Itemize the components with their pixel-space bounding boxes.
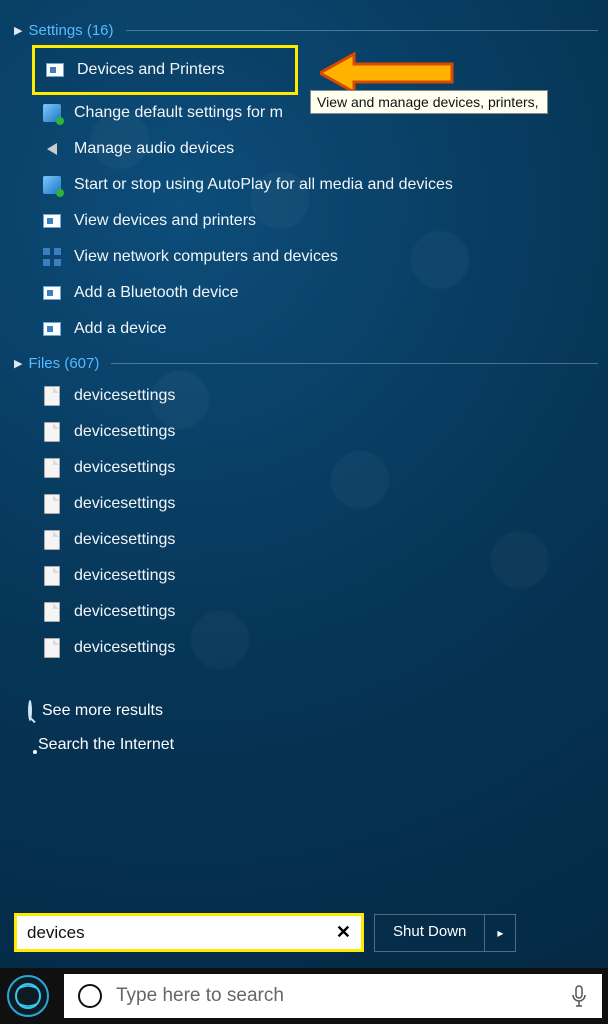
file-result[interactable]: devicesettings <box>14 378 598 414</box>
shutdown-caret-icon[interactable]: ▸ <box>485 915 515 951</box>
result-label: devicesettings <box>74 639 175 657</box>
file-icon <box>42 566 62 586</box>
file-icon <box>42 602 62 622</box>
result-label: Change default settings for m <box>74 104 283 122</box>
file-icon <box>42 530 62 550</box>
start-menu-search-results: ▶ Settings (16) Devices and Printers Vie… <box>0 0 608 762</box>
result-label: devicesettings <box>74 603 175 621</box>
files-results-list: devicesettings devicesettings devicesett… <box>14 378 598 666</box>
microphone-icon[interactable] <box>570 985 588 1007</box>
shutdown-button[interactable]: Shut Down ▸ <box>374 914 516 952</box>
cortana-circle-icon <box>78 984 102 1008</box>
clear-search-icon[interactable]: ✕ <box>336 922 351 943</box>
extra-label: Search the Internet <box>38 736 174 754</box>
result-label: View devices and printers <box>74 212 256 230</box>
result-label: Add a device <box>74 320 167 338</box>
file-result[interactable]: devicesettings <box>14 414 598 450</box>
divider <box>111 363 598 364</box>
devices-printers-icon <box>45 60 65 80</box>
result-devices-and-printers[interactable]: Devices and Printers <box>35 52 295 88</box>
devices-printers-icon <box>42 211 62 231</box>
file-icon <box>42 638 62 658</box>
section-header-files[interactable]: ▶ Files (607) <box>14 355 598 372</box>
settings-results-list: Change default settings for m Manage aud… <box>14 95 598 347</box>
file-result[interactable]: devicesettings <box>14 630 598 666</box>
result-label: devicesettings <box>74 387 175 405</box>
result-label: View network computers and devices <box>74 248 338 266</box>
result-label: Start or stop using AutoPlay for all med… <box>74 176 453 194</box>
result-manage-audio[interactable]: Manage audio devices <box>14 131 598 167</box>
taskbar-search-box[interactable]: Type here to search <box>64 974 602 1018</box>
file-icon <box>42 494 62 514</box>
search-internet[interactable]: Search the Internet <box>28 728 598 762</box>
file-result[interactable]: devicesettings <box>14 594 598 630</box>
result-view-network[interactable]: View network computers and devices <box>14 239 598 275</box>
section-header-settings[interactable]: ▶ Settings (16) <box>14 22 598 39</box>
start-button[interactable] <box>0 968 56 1024</box>
result-label: Manage audio devices <box>74 140 234 158</box>
result-label: devicesettings <box>74 459 175 477</box>
network-grid-icon <box>42 247 62 267</box>
result-autoplay[interactable]: Start or stop using AutoPlay for all med… <box>14 167 598 203</box>
file-result[interactable]: devicesettings <box>14 558 598 594</box>
result-add-device[interactable]: Add a device <box>14 311 598 347</box>
result-label: devicesettings <box>74 495 175 513</box>
shutdown-label: Shut Down <box>375 915 485 951</box>
result-view-devices-printers[interactable]: View devices and printers <box>14 203 598 239</box>
extras-section: See more results Search the Internet <box>14 694 598 762</box>
section-label: Files (607) <box>28 355 99 372</box>
devices-printers-icon <box>42 283 62 303</box>
result-label: devicesettings <box>74 423 175 441</box>
file-result[interactable]: devicesettings <box>14 486 598 522</box>
file-icon <box>42 422 62 442</box>
tooltip: View and manage devices, printers, <box>310 90 548 114</box>
start-menu-search-row: ✕ Shut Down ▸ <box>14 913 550 952</box>
speaker-icon <box>42 139 62 159</box>
result-label: devicesettings <box>74 567 175 585</box>
expand-triangle-icon: ▶ <box>14 24 22 37</box>
result-label: Devices and Printers <box>77 61 225 79</box>
divider <box>126 30 598 31</box>
file-icon <box>42 386 62 406</box>
file-icon <box>42 458 62 478</box>
taskbar-search-placeholder: Type here to search <box>116 985 284 1007</box>
expand-triangle-icon: ▶ <box>14 357 22 370</box>
file-result[interactable]: devicesettings <box>14 522 598 558</box>
taskbar: Type here to search <box>0 968 608 1024</box>
control-panel-icon <box>42 175 62 195</box>
search-icon <box>28 702 32 720</box>
file-result[interactable]: devicesettings <box>14 450 598 486</box>
start-search-box[interactable]: ✕ <box>14 913 364 952</box>
start-search-input[interactable] <box>27 923 336 943</box>
result-add-bluetooth[interactable]: Add a Bluetooth device <box>14 275 598 311</box>
control-panel-icon <box>42 103 62 123</box>
section-label: Settings (16) <box>28 22 113 39</box>
see-more-results[interactable]: See more results <box>28 694 598 728</box>
result-label: Add a Bluetooth device <box>74 284 239 302</box>
result-label: devicesettings <box>74 531 175 549</box>
devices-printers-icon <box>42 319 62 339</box>
extra-label: See more results <box>42 702 163 720</box>
highlight-annotation: Devices and Printers <box>32 45 298 95</box>
